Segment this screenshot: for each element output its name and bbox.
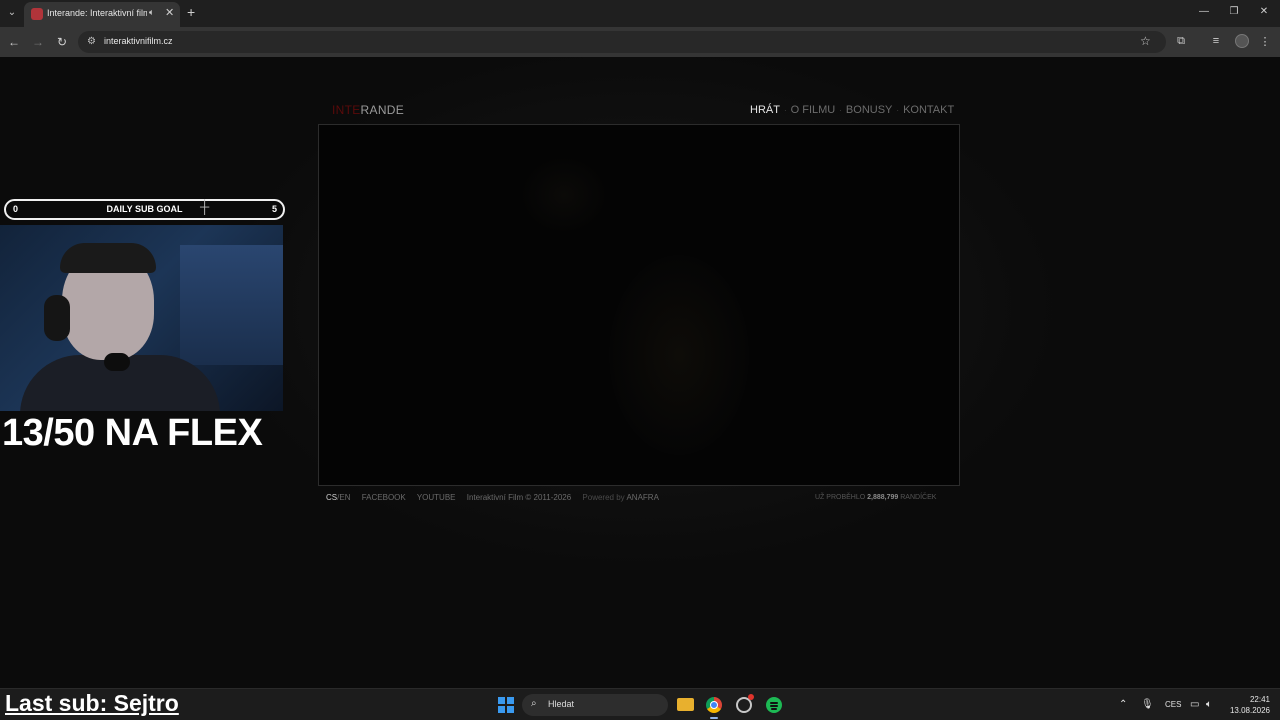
- notification-badge: [748, 694, 754, 700]
- speaker-icon[interactable]: 🔈︎: [149, 7, 154, 18]
- flex-goal-text: 13/50 NA FLEX: [2, 412, 263, 454]
- site-logo[interactable]: INTERANDE: [332, 103, 404, 117]
- headset-icon: [44, 295, 70, 341]
- footer-links: CS/EN FACEBOOK YOUTUBE Interaktivní Film…: [326, 493, 659, 502]
- volume-icon[interactable]: 🔈︎: [1206, 699, 1212, 710]
- webcam-feed: [0, 225, 283, 411]
- date-counter: UŽ PROBĚHLO 2,888,799 RANDÍČEK: [815, 494, 936, 501]
- logo-accent-text: INTE: [332, 103, 361, 117]
- back-arrow-icon[interactable]: ←: [7, 35, 21, 49]
- goal-max-value: 5: [272, 204, 278, 214]
- nav-item-about-film[interactable]: O FILMU: [791, 104, 836, 116]
- clock-time: 22:41: [1249, 695, 1270, 704]
- search-placeholder: Hledat: [548, 699, 575, 709]
- browser-toolbar: ← → ↻ ⚙ interaktivnifilm.cz ☆ ⧉ ≡ ⋮: [0, 27, 1280, 57]
- tab-title: Interande: Interaktivní film,: [47, 8, 147, 18]
- kebab-menu-icon[interactable]: ⋮: [1258, 35, 1272, 48]
- windows-start-icon[interactable]: [498, 697, 514, 713]
- lang-en-link[interactable]: EN: [339, 493, 350, 502]
- nav-item-contact[interactable]: KONTAKT: [903, 104, 954, 116]
- chevron-up-icon[interactable]: ⌃: [1119, 699, 1127, 710]
- plus-icon[interactable]: +: [187, 5, 195, 19]
- nav-item-play[interactable]: HRÁT: [750, 104, 780, 116]
- chevron-down-icon[interactable]: ⌄: [4, 5, 20, 21]
- video-player[interactable]: [318, 124, 960, 486]
- sub-goal-bar: 0 DAILY SUB GOAL 5: [4, 199, 285, 220]
- close-icon[interactable]: ✕: [165, 6, 174, 19]
- copyright-text: Interaktivní Film © 2011-2026: [466, 493, 572, 502]
- nav-item-bonuses[interactable]: BONUSY: [846, 104, 892, 116]
- clock-date: 13.08.2026: [1229, 706, 1270, 715]
- chrome-icon[interactable]: [706, 697, 722, 713]
- forward-arrow-icon[interactable]: →: [31, 35, 45, 49]
- media-controls-icon[interactable]: ≡: [1209, 35, 1223, 47]
- taskbar-search[interactable]: ⌕ Hledat: [522, 694, 668, 716]
- close-window-icon[interactable]: ✕: [1257, 6, 1271, 17]
- video-frame-figure: [609, 255, 749, 455]
- powered-by-text: Powered by: [582, 493, 625, 502]
- star-icon[interactable]: ☆: [1140, 34, 1151, 48]
- microphone-tray-icon[interactable]: 🎙︎: [1141, 699, 1154, 710]
- crosshair-cursor-icon: ┼: [200, 199, 210, 214]
- spotify-icon[interactable]: [766, 697, 782, 713]
- search-icon: ⌕: [531, 698, 537, 709]
- facebook-link[interactable]: FACEBOOK: [362, 493, 406, 502]
- browser-tab-strip: ⌄ Interande: Interaktivní film, 🔈︎ ✕ + —…: [0, 0, 1280, 27]
- lang-cs-link[interactable]: CS: [326, 493, 337, 502]
- anafra-link[interactable]: ANAFRA: [626, 493, 658, 502]
- reload-icon[interactable]: ↻: [55, 35, 69, 49]
- webcam-person-hair: [60, 243, 156, 273]
- site-favicon-icon: [31, 8, 43, 20]
- active-app-indicator: [710, 717, 718, 719]
- goal-label: DAILY SUB GOAL: [106, 204, 183, 214]
- last-sub-text: Last sub: Sejtro: [5, 690, 179, 716]
- file-explorer-icon[interactable]: [677, 698, 694, 711]
- avatar[interactable]: [1235, 34, 1249, 48]
- youtube-link[interactable]: YOUTUBE: [417, 493, 456, 502]
- address-bar[interactable]: ⚙ interaktivnifilm.cz ☆: [78, 31, 1166, 53]
- url-text[interactable]: interaktivnifilm.cz: [104, 36, 173, 46]
- counter-value: 2,888,799: [867, 494, 899, 501]
- network-icon[interactable]: ▭: [1190, 699, 1199, 710]
- main-nav: HRÁT · O FILMU · BONUSY · KONTAKT: [750, 104, 955, 116]
- windows-taskbar: ⌕ Hledat ⌃ 🎙︎ CES ▭ 🔈︎ 22:41 13.08.2026: [0, 688, 1280, 720]
- video-frame-shadow: [519, 155, 609, 235]
- tune-icon[interactable]: ⚙: [87, 36, 96, 47]
- puzzle-icon[interactable]: ⧉: [1174, 35, 1188, 48]
- counter-suffix: RANDÍČEK: [900, 494, 937, 501]
- counter-prefix: UŽ PROBĚHLO: [815, 494, 866, 501]
- minimize-icon[interactable]: —: [1197, 6, 1211, 17]
- system-clock[interactable]: 22:41 13.08.2026: [1226, 694, 1270, 716]
- microphone-icon: [104, 353, 130, 371]
- input-language[interactable]: CES: [1165, 700, 1181, 709]
- restore-icon[interactable]: ❐: [1227, 6, 1241, 17]
- logo-text: RANDE: [360, 103, 405, 117]
- webcam-background: [180, 245, 283, 365]
- browser-tab[interactable]: Interande: Interaktivní film, 🔈︎ ✕: [24, 2, 180, 27]
